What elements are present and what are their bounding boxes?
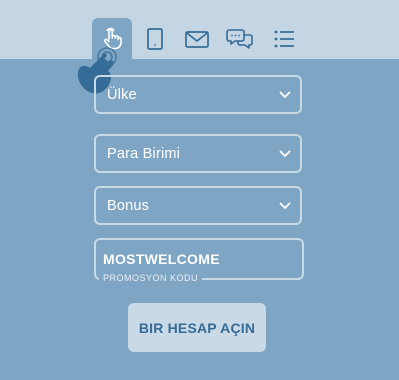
tablet-icon xyxy=(147,27,163,50)
bonus-select[interactable]: Bonus xyxy=(94,186,302,225)
list-icon xyxy=(274,30,294,47)
country-select-value: Ülke xyxy=(107,86,137,103)
tab-mobile[interactable] xyxy=(135,18,175,59)
tab-chat[interactable] xyxy=(220,18,260,59)
tab-bar xyxy=(0,0,399,59)
open-account-button[interactable]: BIR HESAP AÇIN xyxy=(128,303,266,352)
currency-select-value: Para Birimi xyxy=(107,145,181,162)
tab-menu[interactable] xyxy=(264,18,304,59)
promo-code-value: MOSTWELCOME xyxy=(103,251,220,267)
tab-email[interactable] xyxy=(177,18,217,59)
bonus-select-value: Bonus xyxy=(107,197,150,214)
promo-code-label: PROMOSYON KODU xyxy=(99,273,203,283)
currency-select[interactable]: Para Birimi xyxy=(94,134,302,173)
chat-icon xyxy=(226,28,253,49)
chevron-down-icon xyxy=(279,150,291,157)
chevron-down-icon xyxy=(279,91,291,98)
country-select[interactable]: Ülke xyxy=(94,75,302,114)
mail-icon xyxy=(185,30,209,48)
promo-code-field[interactable]: MOSTWELCOME PROMOSYON KODU xyxy=(94,238,304,283)
chevron-down-icon xyxy=(279,202,291,209)
